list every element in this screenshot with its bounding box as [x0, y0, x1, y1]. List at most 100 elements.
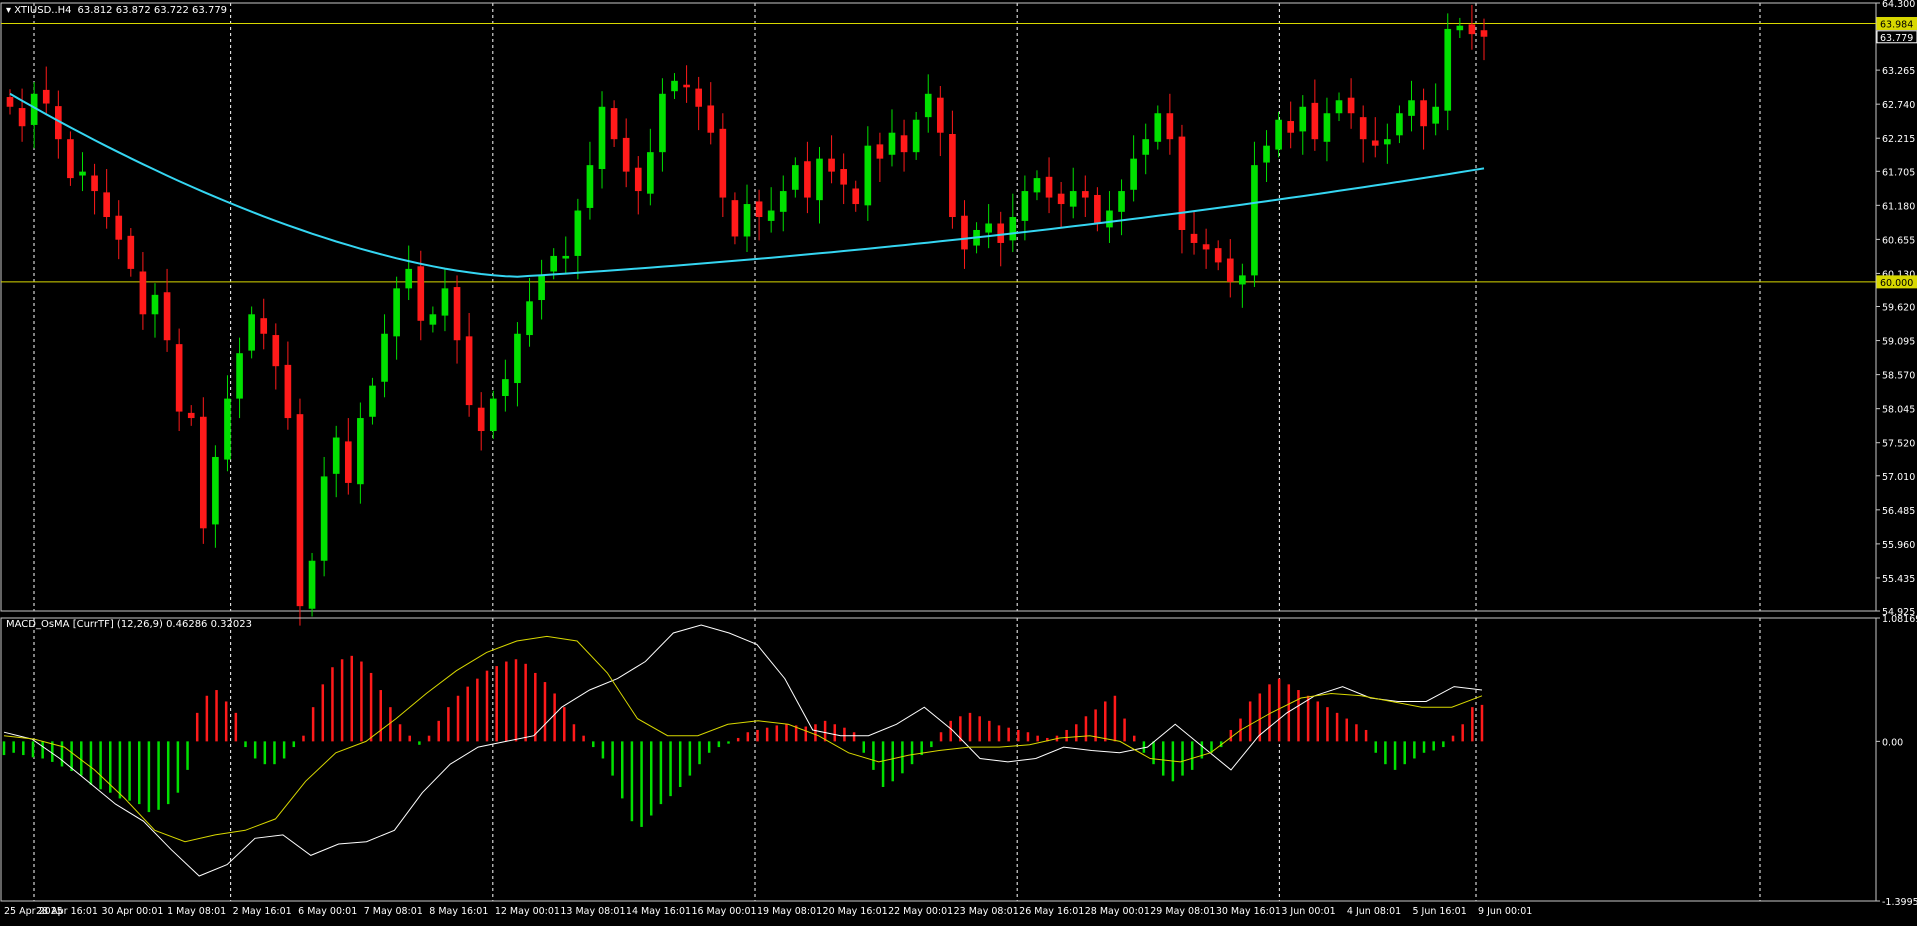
price-tick-label: 58.045	[1882, 405, 1915, 416]
candle-body	[465, 336, 473, 406]
candle-body	[18, 108, 26, 127]
candle-body	[1069, 191, 1077, 207]
candle-body	[779, 191, 787, 212]
candle-body	[900, 135, 908, 153]
histogram-bar	[988, 720, 991, 742]
candle-body	[187, 412, 195, 419]
candle-body	[1335, 100, 1343, 114]
candle-body	[91, 175, 98, 192]
histogram-bar	[524, 663, 527, 742]
time-tick-label: 9 Jun 00:01	[1478, 906, 1532, 917]
candle-body	[634, 167, 642, 192]
chart-canvas[interactable]: 64.300 63.265 62.740 62.215 61.705 61.180 60.6…	[0, 0, 1917, 926]
histogram-bar	[224, 701, 228, 742]
histogram-bar	[215, 690, 218, 742]
histogram-bar	[698, 741, 701, 765]
candle-body	[912, 119, 920, 153]
histogram-bar	[1403, 741, 1406, 765]
histogram-bar	[756, 729, 759, 742]
candle-body	[949, 134, 956, 218]
histogram-bar	[1026, 732, 1030, 742]
histogram-bar	[1432, 741, 1435, 751]
candle-body	[647, 152, 654, 194]
histogram-bar	[89, 741, 93, 785]
price-tag: 63.984	[1876, 16, 1917, 30]
histogram-bar	[292, 741, 296, 748]
candle	[67, 131, 74, 186]
candle-body	[864, 145, 872, 206]
histogram-bar	[765, 727, 769, 742]
candle-body	[719, 128, 727, 198]
candle-body	[936, 97, 944, 133]
candle-body	[804, 161, 811, 198]
histogram-bar	[901, 741, 904, 774]
histogram-bar	[1075, 724, 1078, 742]
candle-body	[1214, 248, 1222, 263]
candle-body	[1287, 121, 1295, 133]
histogram-bar	[1364, 729, 1368, 742]
time-tick-label: 14 May 16:01	[626, 906, 691, 917]
histogram-bar	[669, 741, 672, 797]
candle-body	[574, 210, 582, 256]
time-tick-label: 4 Jun 08:01	[1347, 906, 1401, 917]
candle-body	[792, 165, 799, 190]
histogram-bar	[437, 720, 440, 742]
histogram-bar	[872, 741, 875, 770]
histogram-bar	[1355, 724, 1358, 742]
candle-body	[562, 255, 570, 259]
histogram-bar	[282, 741, 286, 759]
collapse-triangle-icon[interactable]: ▾	[6, 5, 14, 16]
price-tick-label: 62.740	[1882, 100, 1915, 111]
histogram-bar	[495, 666, 498, 742]
time-axis: 25 Apr 202528 Apr 16:01 30 Apr 00:01 1 May…	[4, 906, 1532, 917]
candle-body	[405, 268, 413, 289]
histogram-bar	[1017, 729, 1020, 742]
histogram-bar	[1142, 741, 1146, 753]
histogram-bar	[1104, 701, 1107, 742]
histogram-bar	[360, 661, 363, 742]
histogram-bar	[891, 741, 894, 782]
time-tick-label: 22 May 00:01	[888, 906, 953, 917]
candle-body	[212, 456, 219, 525]
histogram-bar	[968, 712, 972, 742]
candle-body	[103, 192, 110, 218]
histogram-bar	[22, 741, 25, 756]
candle	[296, 398, 304, 626]
histogram-bar	[1036, 735, 1039, 742]
histogram-bar	[1306, 695, 1310, 742]
price-tick-label: 55.960	[1882, 540, 1915, 551]
price-tick-label: 57.010	[1882, 472, 1915, 483]
candle-body	[828, 158, 835, 172]
histogram-bar	[775, 725, 779, 742]
candle-body	[1371, 140, 1379, 146]
histogram-bar	[244, 741, 247, 748]
histogram-bar	[592, 741, 595, 748]
histogram-bar	[234, 712, 238, 742]
candle-body	[127, 235, 135, 269]
candle-body	[248, 314, 255, 351]
time-tick-label: 1 May 08:01	[167, 906, 226, 917]
histogram-bar	[1461, 724, 1464, 742]
histogram-bar	[1442, 741, 1445, 748]
histogram-bar	[514, 659, 518, 742]
indicator-tick-label: 0.00	[1882, 737, 1903, 748]
histogram-bar	[128, 741, 131, 801]
candle-body	[1130, 158, 1137, 190]
symbol-name: XTIUSD..H4	[14, 5, 71, 16]
histogram-bar	[1181, 741, 1184, 776]
histogram-bar	[118, 741, 122, 799]
candle-body	[1347, 97, 1355, 114]
histogram-bar	[456, 695, 460, 742]
candle-body	[683, 84, 690, 88]
histogram-bar	[350, 655, 354, 742]
chart-background	[0, 0, 1917, 926]
candle-body	[320, 476, 328, 561]
candle-body	[1323, 113, 1331, 142]
candle-body	[1081, 191, 1089, 198]
histogram-bar	[1297, 690, 1300, 742]
histogram-bar	[302, 735, 305, 742]
candle-body	[997, 223, 1005, 243]
candle-body	[671, 80, 678, 92]
candle-body	[1118, 191, 1125, 212]
time-tick-label: 28 Apr 16:01	[36, 906, 98, 917]
